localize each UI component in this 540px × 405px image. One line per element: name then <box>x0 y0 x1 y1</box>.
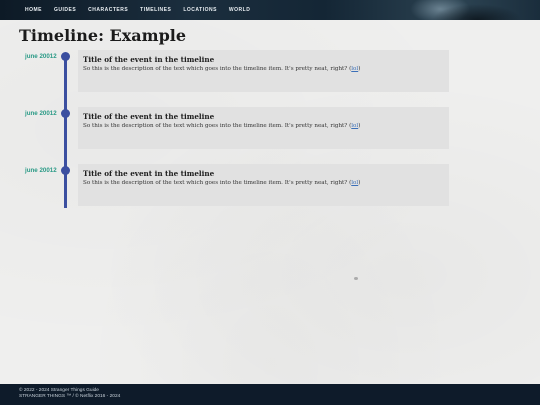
event-title: Title of the event in the timeline <box>83 55 215 64</box>
site-footer: © 2022 - 2024 Stranger Things Guide STRA… <box>0 384 540 405</box>
event-description-text: So this is the description of the text w… <box>83 66 352 72</box>
timeline-dot <box>61 52 70 61</box>
top-navigation: HOME GUIDES CHARACTERS TIMELINES LOCATIO… <box>0 0 540 20</box>
event-card: Title of the event in the timeline So th… <box>78 107 449 149</box>
event-date: june 20012 <box>25 110 57 117</box>
timeline-dot <box>61 109 70 118</box>
footer-trademark: STRANGER THINGS ™ / © Netflix 2016 - 202… <box>19 394 121 400</box>
event-description-text: So this is the description of the text w… <box>83 123 352 129</box>
page-title: Timeline: Example <box>19 26 187 45</box>
nav-characters[interactable]: CHARACTERS <box>88 7 128 13</box>
event-description-text: So this is the description of the text w… <box>83 180 352 186</box>
nav-timelines[interactable]: TIMELINES <box>140 7 171 13</box>
paper-speck <box>354 277 358 280</box>
event-description-close: ) <box>358 66 361 72</box>
timeline-event: june 20012 Title of the event in the tim… <box>0 107 540 152</box>
event-description: So this is the description of the text w… <box>83 123 444 129</box>
event-title: Title of the event in the timeline <box>83 169 215 178</box>
event-description-close: ) <box>358 180 361 186</box>
nav-locations[interactable]: LOCATIONS <box>183 7 217 13</box>
timeline-event: june 20012 Title of the event in the tim… <box>0 50 540 95</box>
nav-home[interactable]: HOME <box>25 7 42 13</box>
timeline-event: june 20012 Title of the event in the tim… <box>0 164 540 209</box>
event-card: Title of the event in the timeline So th… <box>78 164 449 206</box>
event-date: june 20012 <box>25 167 57 174</box>
event-date: june 20012 <box>25 53 57 60</box>
header-banner-silhouette <box>432 4 522 20</box>
event-title: Title of the event in the timeline <box>83 112 215 121</box>
event-description: So this is the description of the text w… <box>83 66 444 72</box>
nav-world[interactable]: WORLD <box>229 7 250 13</box>
nav-guides[interactable]: GUIDES <box>54 7 76 13</box>
event-description: So this is the description of the text w… <box>83 180 444 186</box>
event-card: Title of the event in the timeline So th… <box>78 50 449 92</box>
timeline-dot <box>61 166 70 175</box>
event-description-close: ) <box>358 123 361 129</box>
